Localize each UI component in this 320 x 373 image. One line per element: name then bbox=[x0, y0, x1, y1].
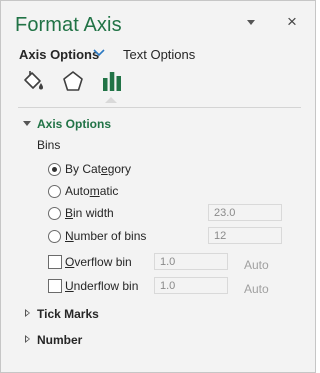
radio-button[interactable] bbox=[48, 163, 61, 176]
selected-tab-marker bbox=[105, 97, 117, 103]
underflow-auto-label: Auto bbox=[244, 282, 269, 296]
fill-line-icon[interactable] bbox=[21, 69, 45, 93]
overflow-bin-input[interactable]: 1.0 bbox=[154, 253, 228, 270]
chevron-down-icon[interactable] bbox=[93, 48, 105, 58]
format-axis-pane: Format Axis × Axis Options Text Options … bbox=[0, 0, 316, 373]
tab-text-options[interactable]: Text Options bbox=[123, 47, 195, 62]
expanded-caret-icon bbox=[23, 121, 31, 126]
pane-title: Format Axis bbox=[15, 14, 122, 36]
divider bbox=[18, 107, 301, 108]
bins-label: Bins bbox=[37, 138, 61, 152]
radio-button[interactable] bbox=[48, 230, 61, 243]
bin-width-input[interactable]: 23.0 bbox=[208, 204, 282, 221]
collapsed-caret-icon bbox=[25, 309, 30, 317]
number-of-bins-input[interactable]: 12 bbox=[208, 227, 282, 244]
axis-options-bars-icon[interactable] bbox=[100, 69, 124, 93]
checkbox[interactable] bbox=[48, 279, 62, 293]
close-icon[interactable]: × bbox=[285, 13, 299, 30]
tab-axis-options[interactable]: Axis Options bbox=[19, 47, 99, 62]
pane-options-dropdown-icon[interactable] bbox=[247, 20, 255, 25]
checkbox[interactable] bbox=[48, 255, 62, 269]
underflow-bin-input[interactable]: 1.0 bbox=[154, 277, 228, 294]
effects-icon[interactable] bbox=[61, 69, 85, 93]
overflow-auto-label: Auto bbox=[244, 258, 269, 272]
radio-button[interactable] bbox=[48, 185, 61, 198]
radio-button[interactable] bbox=[48, 207, 61, 220]
collapsed-caret-icon bbox=[25, 335, 30, 343]
